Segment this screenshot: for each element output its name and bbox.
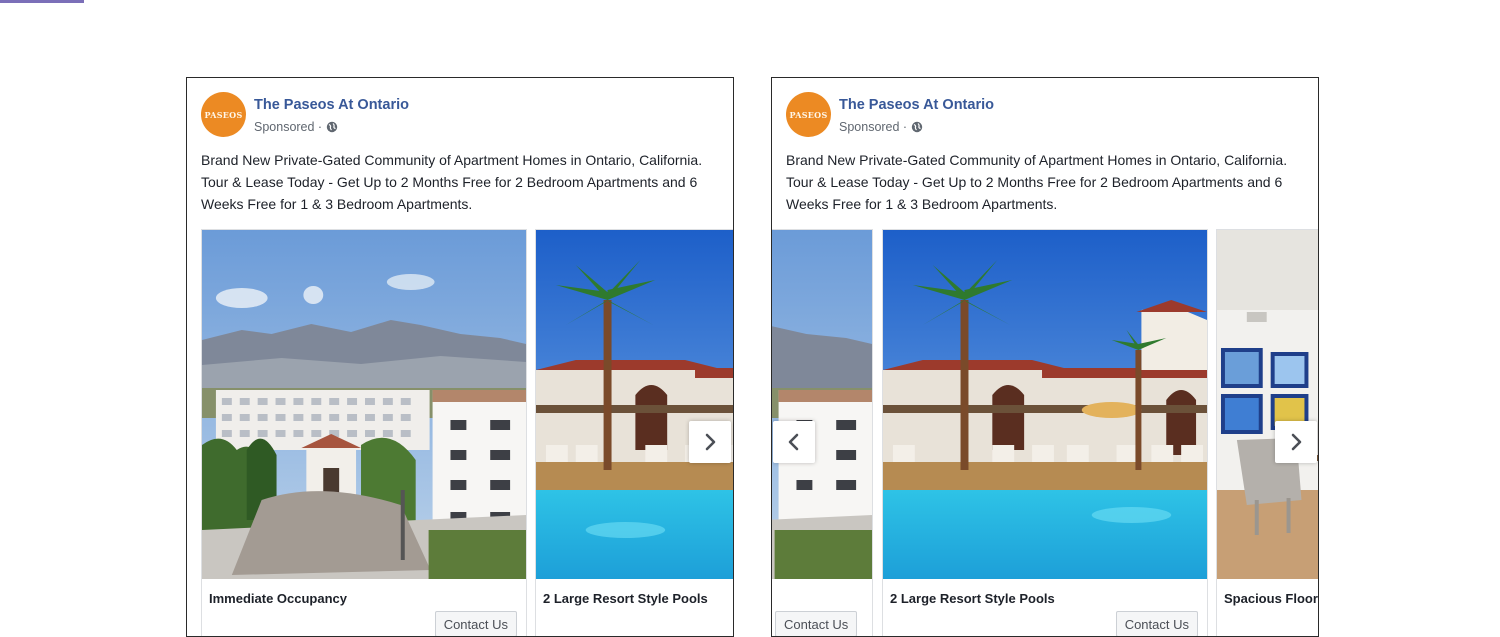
page-name-link[interactable]: The Paseos At Ontario bbox=[839, 97, 994, 113]
carousel[interactable]: Immediate Occupancy Contact Us 2 Large R… bbox=[187, 229, 733, 636]
chevron-right-icon[interactable] bbox=[689, 421, 731, 463]
sponsored-row: Sponsored · bbox=[839, 120, 923, 134]
resort-pool-photo[interactable] bbox=[883, 230, 1207, 579]
building-mountains-photo[interactable] bbox=[202, 230, 526, 579]
resort-pool-photo[interactable] bbox=[536, 230, 733, 579]
page-avatar[interactable]: PASEOS bbox=[201, 92, 246, 137]
sponsored-label[interactable]: Sponsored · bbox=[839, 120, 907, 134]
card-caption[interactable]: Immediate Occupancy bbox=[209, 591, 347, 606]
contact-us-button[interactable]: Contact Us bbox=[434, 611, 517, 636]
card-caption[interactable]: 2 Large Resort Style Pools bbox=[890, 591, 1055, 606]
chevron-left-icon[interactable] bbox=[773, 421, 815, 463]
ad-card-1: PASEOS The Paseos At Ontario Sponsored ·… bbox=[186, 77, 734, 637]
carousel-card[interactable]: 2 Large Resort Style Pools Contact Us bbox=[882, 229, 1208, 636]
globe-icon bbox=[326, 121, 338, 133]
contact-us-button[interactable]: Contact Us bbox=[1115, 611, 1198, 636]
carousel[interactable]: Contact Us 2 Large Resort Style Pools Co… bbox=[772, 229, 1318, 636]
avatar-logo-text: PASEOS bbox=[789, 109, 828, 120]
page-avatar[interactable]: PASEOS bbox=[786, 92, 831, 137]
corner-mark bbox=[0, 0, 84, 3]
page-name-link[interactable]: The Paseos At Ontario bbox=[254, 97, 409, 113]
card-caption[interactable]: Spacious Floor bbox=[1224, 591, 1318, 606]
card-caption[interactable]: 2 Large Resort Style Pools bbox=[543, 591, 708, 606]
interior-dining-photo[interactable] bbox=[1217, 230, 1318, 579]
ad-card-2: PASEOS The Paseos At Ontario Sponsored ·… bbox=[771, 77, 1319, 637]
contact-us-button[interactable]: Contact Us bbox=[775, 611, 858, 636]
globe-icon bbox=[911, 121, 923, 133]
ad-body-text: Brand New Private-Gated Community of Apa… bbox=[786, 152, 1288, 212]
sponsored-label[interactable]: Sponsored · bbox=[254, 120, 322, 134]
chevron-right-icon[interactable] bbox=[1275, 421, 1317, 463]
building-mountains-photo[interactable] bbox=[772, 230, 872, 579]
sponsored-row: Sponsored · bbox=[254, 120, 338, 134]
carousel-card[interactable]: Immediate Occupancy Contact Us bbox=[201, 229, 527, 636]
ad-body-text: Brand New Private-Gated Community of Apa… bbox=[201, 152, 703, 212]
avatar-logo-text: PASEOS bbox=[204, 109, 243, 120]
